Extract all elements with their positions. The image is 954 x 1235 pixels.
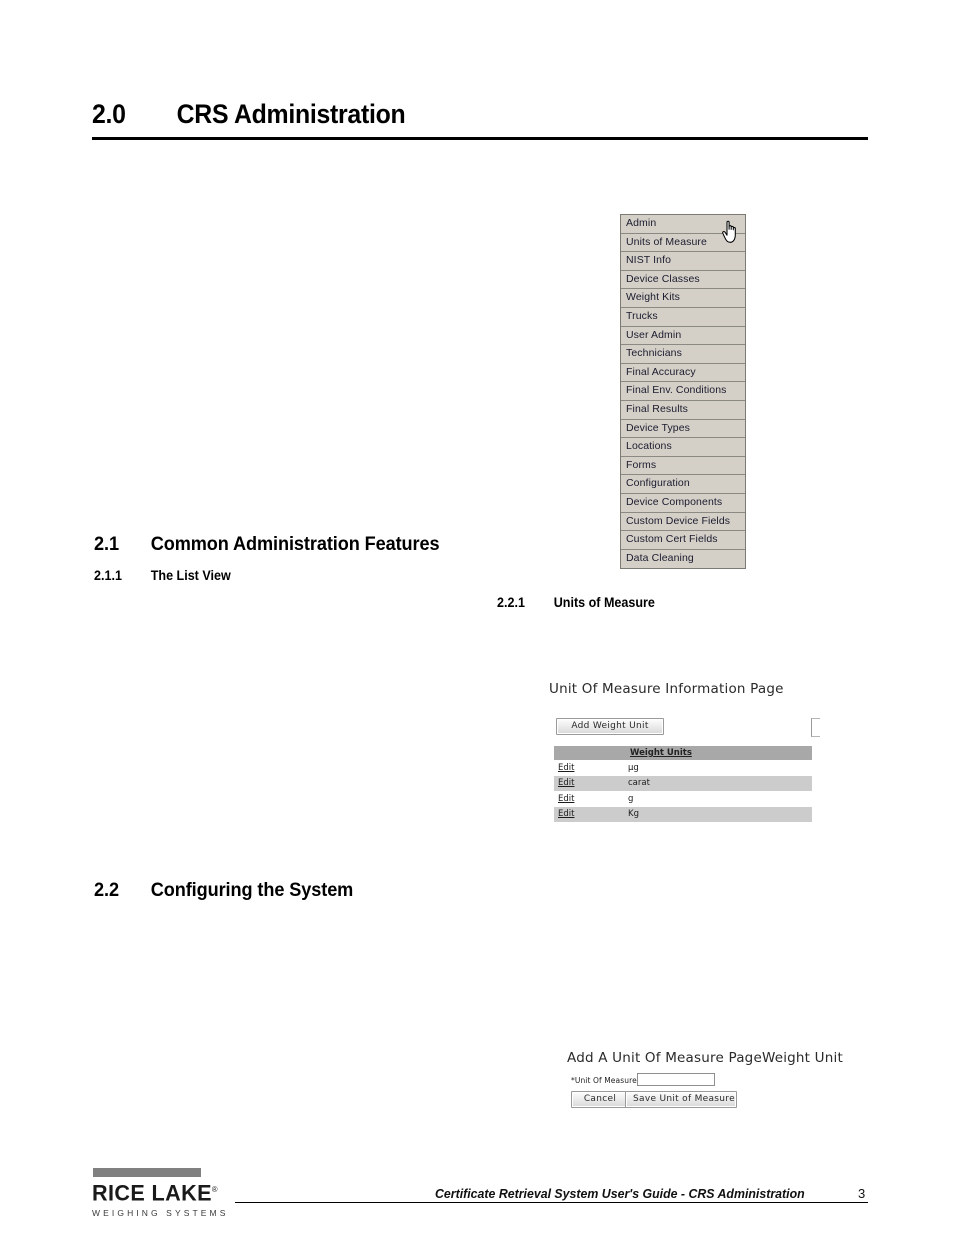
- edit-link[interactable]: Edit: [558, 763, 574, 773]
- section-heading-2-2-1: 2.2.1 Units of Measure: [497, 595, 655, 610]
- logo-wordmark: RICE LAKE®: [92, 1179, 218, 1205]
- footer-rule: [235, 1202, 868, 1203]
- uom-add-page-title: Add A Unit Of Measure PageWeight Unit: [567, 1050, 843, 1066]
- logo-subtitle: WEIGHING SYSTEMS: [92, 1207, 229, 1218]
- menu-item-units-of-measure[interactable]: Units of Measure: [621, 234, 745, 253]
- uom-info-page-title: Unit Of Measure Information Page: [549, 681, 784, 697]
- menu-item-user-admin[interactable]: User Admin: [621, 327, 745, 346]
- edit-link[interactable]: Edit: [558, 809, 574, 819]
- section-number-2-1-1: 2.1.1: [94, 568, 122, 583]
- weight-unit-value: µg: [624, 760, 812, 776]
- edit-link-cell[interactable]: Edit: [554, 760, 624, 776]
- logo-bar: [93, 1168, 201, 1177]
- weight-units-table: Weight Units Edit µg Edit carat Edit g E…: [554, 746, 812, 822]
- edit-link-cell[interactable]: Edit: [554, 806, 624, 822]
- table-header-blank: [554, 746, 624, 760]
- page-title: 2.0 CRS Administration: [92, 99, 868, 141]
- table-row: Edit Kg: [554, 806, 812, 822]
- chapter-rule: [92, 137, 868, 141]
- chapter-heading: 2.0 CRS Administration: [92, 99, 806, 129]
- menu-item-device-types[interactable]: Device Types: [621, 420, 745, 439]
- weight-unit-value: Kg: [624, 806, 812, 822]
- weight-unit-value: carat: [624, 775, 812, 791]
- registered-mark-icon: ®: [211, 1185, 218, 1194]
- menu-item-technicians[interactable]: Technicians: [621, 345, 745, 364]
- table-row: Edit carat: [554, 775, 812, 791]
- menu-item-forms[interactable]: Forms: [621, 457, 745, 476]
- menu-item-final-env-conditions[interactable]: Final Env. Conditions: [621, 382, 745, 401]
- section-title-2-2: Configuring the System: [150, 879, 354, 901]
- menu-item-custom-device-fields[interactable]: Custom Device Fields: [621, 513, 745, 532]
- section-number-2-2: 2.2: [94, 879, 119, 901]
- section-heading-2-1-1: 2.1.1 The List View: [94, 568, 231, 583]
- unit-of-measure-input[interactable]: [637, 1073, 715, 1086]
- chapter-number: 2.0: [92, 99, 126, 129]
- menu-item-admin[interactable]: Admin: [621, 215, 745, 234]
- form-field-artifact: [811, 718, 820, 737]
- unit-of-measure-label: *Unit Of Measure: [571, 1076, 637, 1085]
- section-number-2-2-1: 2.2.1: [497, 595, 525, 610]
- rice-lake-logo: RICE LAKE® WEIGHING SYSTEMS: [92, 1168, 232, 1218]
- edit-link-cell[interactable]: Edit: [554, 775, 624, 791]
- table-header-weight-units: Weight Units: [624, 746, 812, 760]
- edit-link[interactable]: Edit: [558, 794, 574, 804]
- cancel-button[interactable]: Cancel: [571, 1091, 629, 1108]
- table-row: Edit g: [554, 791, 812, 807]
- section-number-2-1: 2.1: [94, 533, 119, 555]
- menu-item-data-cleaning[interactable]: Data Cleaning: [621, 550, 745, 569]
- page-number: 3: [858, 1186, 866, 1201]
- footer-text: Certificate Retrieval System User's Guid…: [435, 1186, 805, 1201]
- menu-item-locations[interactable]: Locations: [621, 438, 745, 457]
- section-title-2-1-1: The List View: [150, 568, 231, 583]
- menu-item-device-components[interactable]: Device Components: [621, 494, 745, 513]
- admin-dropdown-menu[interactable]: Admin Units of Measure NIST Info Device …: [620, 214, 746, 570]
- edit-link-cell[interactable]: Edit: [554, 791, 624, 807]
- menu-item-configuration[interactable]: Configuration: [621, 475, 745, 494]
- section-heading-2-2: 2.2 Configuring the System: [94, 879, 353, 902]
- section-title-2-2-1: Units of Measure: [553, 595, 655, 610]
- chapter-title: CRS Administration: [176, 99, 406, 129]
- table-header-row: Weight Units: [554, 746, 812, 760]
- menu-item-final-accuracy[interactable]: Final Accuracy: [621, 364, 745, 383]
- section-title-2-1: Common Administration Features: [150, 533, 440, 555]
- weight-unit-value: g: [624, 791, 812, 807]
- logo-name-text: RICE LAKE: [92, 1180, 212, 1206]
- section-heading-2-1: 2.1 Common Administration Features: [94, 533, 440, 556]
- menu-item-weight-kits[interactable]: Weight Kits: [621, 289, 745, 308]
- table-row: Edit µg: [554, 760, 812, 776]
- save-unit-of-measure-button[interactable]: Save Unit of Measure: [625, 1091, 737, 1108]
- edit-link[interactable]: Edit: [558, 778, 574, 788]
- menu-item-device-classes[interactable]: Device Classes: [621, 271, 745, 290]
- menu-item-final-results[interactable]: Final Results: [621, 401, 745, 420]
- menu-item-custom-cert-fields[interactable]: Custom Cert Fields: [621, 531, 745, 550]
- menu-item-nist-info[interactable]: NIST Info: [621, 252, 745, 271]
- add-weight-unit-button[interactable]: Add Weight Unit: [556, 718, 664, 735]
- menu-item-trucks[interactable]: Trucks: [621, 308, 745, 327]
